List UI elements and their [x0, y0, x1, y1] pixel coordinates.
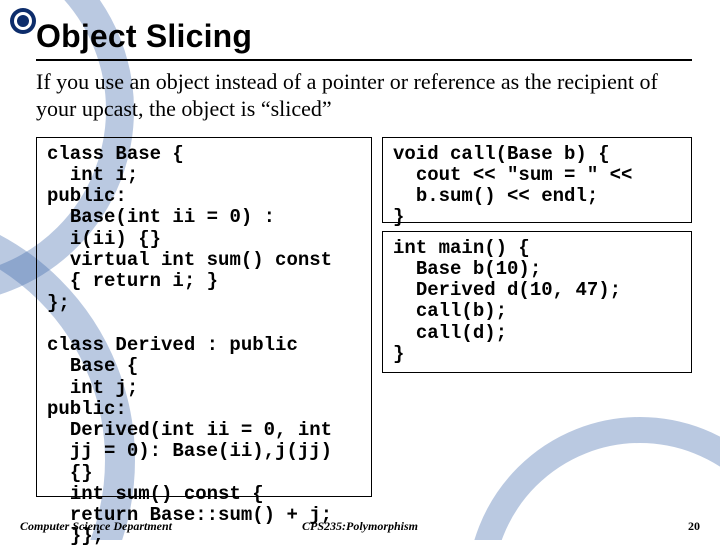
code-block-right-top: void call(Base b) { cout << "sum = " << …: [382, 137, 692, 223]
code-columns: class Base { int i; public: Base(int ii …: [36, 137, 692, 497]
footer-page-number: 20: [688, 519, 700, 534]
intro-text: If you use an object instead of a pointe…: [36, 69, 692, 123]
code-block-left: class Base { int i; public: Base(int ii …: [36, 137, 372, 497]
code-block-right-bottom: int main() { Base b(10); Derived d(10, 4…: [382, 231, 692, 373]
slide-title: Object Slicing: [36, 18, 692, 55]
title-rule: [36, 59, 692, 61]
